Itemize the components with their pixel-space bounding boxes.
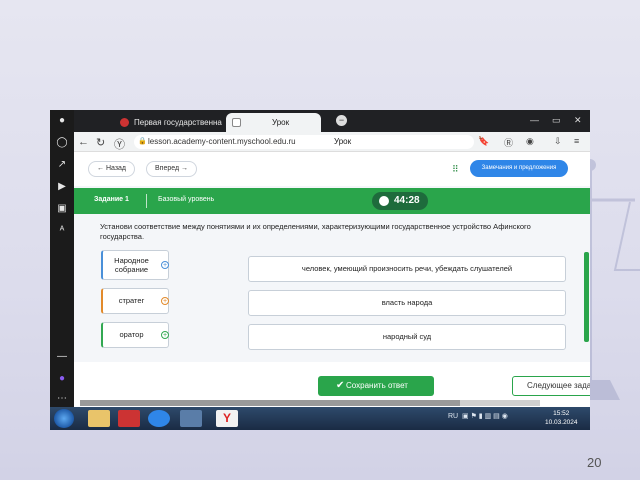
timer-badge: 44:28 [372,192,428,210]
stopwatch-icon [379,196,389,206]
lock-icon: 🔒 [138,138,147,145]
ie-icon[interactable] [148,410,170,427]
notification-icon[interactable]: ▣ [55,202,69,216]
tab-first-state[interactable]: Первая государственна [114,113,224,132]
system-clock[interactable]: 15:52 10.03.2024 [545,409,578,427]
vertical-scrollbar[interactable] [584,252,589,342]
back-button[interactable]: ← Назад [88,161,136,177]
page-title-in-bar: Урок [334,137,352,146]
timer-value: 44:28 [394,195,420,206]
plus-icon[interactable]: + [161,261,169,269]
tab-strip: Первая государственна Урок − — ▭ ✕ [74,110,590,132]
maximize-icon[interactable]: ▭ [552,115,561,126]
address-bar: ← ↻ Ⓨ 🔒 lesson.academy-content.myschool.… [74,132,590,152]
explorer-icon[interactable] [88,410,110,427]
profile-icon[interactable]: ◉ [526,136,534,147]
start-button-icon[interactable] [54,409,74,428]
translate-icon[interactable]: ᴬ [55,224,69,238]
time: 15:52 [553,410,570,417]
forward-button[interactable]: Вперед → [146,161,198,177]
volume-icon[interactable] [180,410,202,427]
menu-icon[interactable]: — [55,350,69,364]
url-field[interactable]: 🔒 lesson.academy-content.myschool.edu.ru… [134,135,474,149]
os-side-panel: ● ◯ ↗ ▶ ▣ ᴬ — ● ⋯ [50,110,74,407]
scrollbar-thumb[interactable] [80,400,460,406]
system-tray: RU ▣ ⚑ ▮ ▥ ▤ ◉ [448,412,508,420]
back-arrow-icon[interactable]: ← [78,136,89,148]
term-label: Народное собрание [114,256,149,274]
tab-lesson[interactable]: Урок [226,113,321,132]
task-title: Задание 1 [94,196,129,203]
plus-icon[interactable]: + [161,331,169,339]
definition-slot[interactable]: власть народа [248,290,566,316]
alice-icon[interactable]: ● [55,372,69,386]
menu-icon[interactable]: ≡ [574,136,579,146]
tray-icons[interactable]: ▣ ⚑ ▮ ▥ ▤ ◉ [460,413,508,420]
definition-slot[interactable]: человек, умеющий произносить речи, убежд… [248,256,566,282]
user-icon[interactable]: ● [55,114,69,128]
task-level: Базовый уровень [158,196,215,203]
grid-icon[interactable]: ⠿ [452,164,459,175]
next-task-button[interactable]: Следующее зада [512,376,590,396]
plus-icon[interactable]: + [161,297,169,305]
term-card[interactable]: оратор + [101,322,169,348]
check-icon: ✔ [336,380,345,391]
more-icon[interactable]: ⋯ [55,392,69,406]
definition-slot[interactable]: народный суд [248,324,566,350]
language-indicator[interactable]: RU [448,413,458,420]
play-icon[interactable]: ▶ [55,180,69,194]
windows-taskbar: Y RU ▣ ⚑ ▮ ▥ ▤ ◉ 15:52 10.03.2024 [50,407,590,430]
reader-icon[interactable]: Ⓡ [504,136,513,149]
tab-favicon [120,118,129,127]
save-answer-button[interactable]: ✔ Сохранить ответ [318,376,434,396]
download-icon[interactable]: ⇩ [554,136,562,147]
circle-icon[interactable]: ◯ [55,136,69,150]
date: 10.03.2024 [545,419,578,426]
reload-icon[interactable]: ↻ [96,136,105,149]
browser-window: Первая государственна Урок − — ▭ ✕ ← ↻ Ⓨ… [74,110,590,407]
tab-label: Урок [272,118,290,127]
yandex-icon[interactable]: Ⓨ [114,136,125,152]
term-card[interactable]: стратег + [101,288,169,314]
yandex-browser-icon[interactable]: Y [216,410,238,427]
bookmark-icon[interactable]: 🔖 [478,136,489,147]
screenshot: ● ◯ ↗ ▶ ▣ ᴬ — ● ⋯ Первая государственна … [50,110,590,430]
question-text: Установи соответствие между понятиями и … [100,222,531,241]
slide-number: 20 [587,455,602,470]
horizontal-scrollbar[interactable] [80,400,540,406]
tab-label: Первая государственна [134,118,222,127]
lesson-favicon-icon [232,118,241,127]
new-tab-button[interactable]: − [336,115,347,126]
url-text: lesson.academy-content.myschool.edu.ru [148,137,296,146]
term-label: оратор [119,330,144,339]
save-label: Сохранить ответ [346,381,408,390]
share-icon[interactable]: ↗ [55,158,69,172]
media-player-icon[interactable] [118,410,140,427]
task-header: Задание 1 Базовый уровень 44:28 [74,188,590,214]
lesson-page: ← Назад Вперед → ⠿ Замечания и предложен… [74,152,590,407]
feedback-button[interactable]: Замечания и предложения [470,160,568,177]
term-card[interactable]: Народное собрание + [101,250,169,280]
divider [146,194,147,208]
close-icon[interactable]: ✕ [574,115,582,126]
term-label: стратег [118,296,145,305]
lesson-top-nav: ← Назад Вперед → ⠿ Замечания и предложен… [74,152,590,186]
minimize-icon[interactable]: — [530,115,539,125]
